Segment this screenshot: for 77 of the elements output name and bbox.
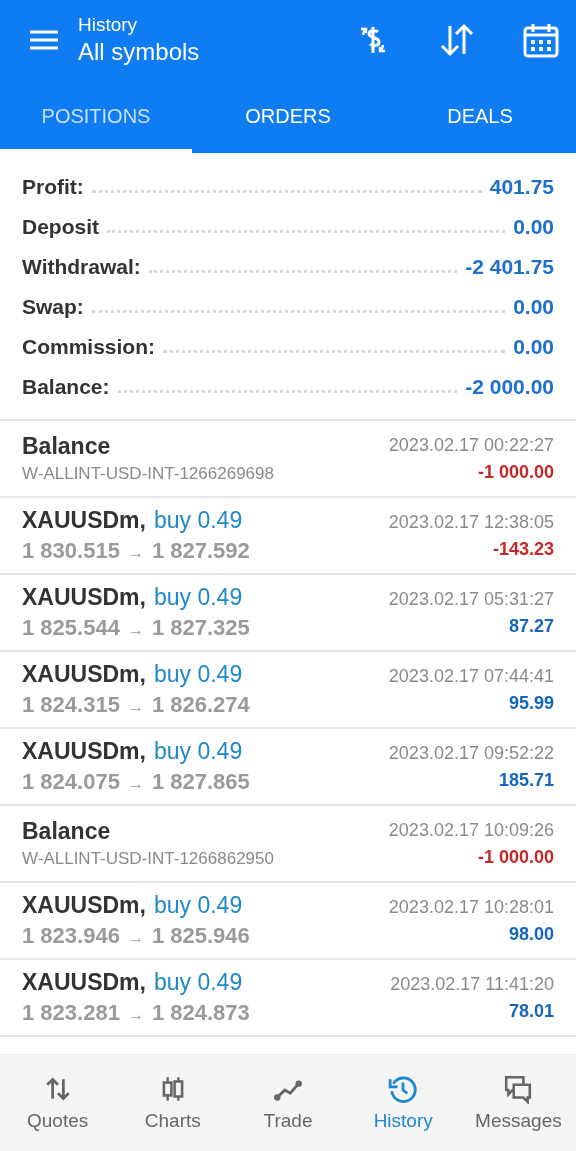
deal-profit: 87.27 <box>508 615 554 637</box>
deal-time: 2023.02.17 07:44:41 <box>388 665 554 687</box>
deal-symbol: XAUUSDm, <box>22 969 146 996</box>
deal-time: 2023.02.17 10:09:26 <box>388 819 554 841</box>
summary-value: -2 000.00 <box>465 375 554 399</box>
deal-symbol: XAUUSDm, <box>22 661 146 688</box>
deal-time: 2023.02.17 12:38:05 <box>388 511 554 533</box>
deal-time: 2023.02.17 11:41:20 <box>390 973 554 995</box>
deal-profit: -143.23 <box>492 538 554 560</box>
deal-title: Balance <box>22 818 112 845</box>
close-price: 1 824.873 <box>151 1000 250 1026</box>
summary-label: Profit: <box>22 175 84 199</box>
deal-time: 2023.02.17 05:31:27 <box>388 588 554 610</box>
arrow-glyph: → <box>127 1006 144 1024</box>
deal-action: buy 0.49 <box>153 892 243 919</box>
deal-symbol: XAUUSDm, <box>22 507 146 534</box>
screen-title: All symbols <box>78 38 201 66</box>
open-price: 1 823.946 <box>22 923 120 949</box>
deal-comment: W-ALLINT-USD-INT-1266269698 <box>22 464 275 484</box>
chat-bubbles-icon <box>503 1074 534 1104</box>
summary-value: 0.00 <box>513 295 554 319</box>
close-price: 1 827.592 <box>151 538 250 564</box>
deal-time: 2023.02.17 10:28:01 <box>388 896 554 918</box>
close-price: 1 827.865 <box>151 769 250 795</box>
nav-item[interactable]: Messages <box>460 1055 576 1151</box>
tab[interactable]: POSITIONS <box>0 80 192 153</box>
arrow-glyph: → <box>127 929 144 947</box>
summary-label: Swap: <box>22 295 84 319</box>
open-price: 1 824.315 <box>22 692 120 718</box>
deal-action: buy 0.49 <box>153 661 243 688</box>
summary-label: Commission: <box>22 335 155 359</box>
deal-profit: 95.99 <box>508 692 554 714</box>
summary-label: Balance: <box>22 375 110 399</box>
summary-label: Withdrawal: <box>22 255 141 279</box>
deal-action: buy 0.49 <box>153 507 243 534</box>
menu-icon[interactable] <box>28 28 60 52</box>
deal-time: 2023.02.17 09:52:22 <box>388 742 554 764</box>
open-price: 1 830.515 <box>22 538 120 564</box>
arrow-glyph: → <box>127 698 144 716</box>
screen-subtitle: History <box>78 14 139 36</box>
deal-symbol: XAUUSDm, <box>22 584 146 611</box>
nav-item[interactable]: Charts <box>115 1055 231 1151</box>
deal-action: buy 0.49 <box>153 969 243 996</box>
summary-value: -2 401.75 <box>465 255 554 279</box>
deal-profit: -1 000.00 <box>477 846 554 868</box>
history-icon <box>388 1074 419 1104</box>
close-price: 1 825.946 <box>151 923 250 949</box>
tab[interactable]: ORDERS <box>192 80 384 153</box>
deal-action: buy 0.49 <box>153 584 243 611</box>
close-price: 1 827.325 <box>151 615 250 641</box>
summary-label: Deposit <box>22 215 99 239</box>
sort-icon[interactable] <box>438 21 476 59</box>
deal-symbol: XAUUSDm, <box>22 892 146 919</box>
nav-item[interactable]: History <box>345 1055 461 1151</box>
arrow-glyph: → <box>127 544 144 562</box>
deal-title: Balance <box>22 433 112 460</box>
summary-value: 0.00 <box>513 335 554 359</box>
open-price: 1 823.281 <box>22 1000 120 1026</box>
arrow-glyph: → <box>127 621 144 639</box>
summary-value: 0.00 <box>513 215 554 239</box>
close-price: 1 826.274 <box>151 692 250 718</box>
arrow-glyph: → <box>127 775 144 793</box>
deal-profit: 185.71 <box>498 769 554 791</box>
deal-profit: 78.01 <box>508 1000 554 1022</box>
calendar-icon[interactable] <box>522 21 560 59</box>
deal-profit: -1 000.00 <box>477 461 554 483</box>
nav-item[interactable]: Quotes <box>0 1055 116 1151</box>
deal-action: buy 0.49 <box>153 738 243 765</box>
deal-comment: W-ALLINT-USD-INT-1266862950 <box>22 849 275 869</box>
open-price: 1 825.544 <box>22 615 120 641</box>
nav-item[interactable]: Trade <box>230 1055 346 1151</box>
tab[interactable]: DEALS <box>384 80 576 153</box>
open-price: 1 824.075 <box>22 769 120 795</box>
deal-symbol: XAUUSDm, <box>22 738 146 765</box>
deal-profit: 98.00 <box>508 923 554 945</box>
summary-value: 401.75 <box>489 175 554 199</box>
deal-time: 2023.02.17 00:22:27 <box>388 434 554 456</box>
